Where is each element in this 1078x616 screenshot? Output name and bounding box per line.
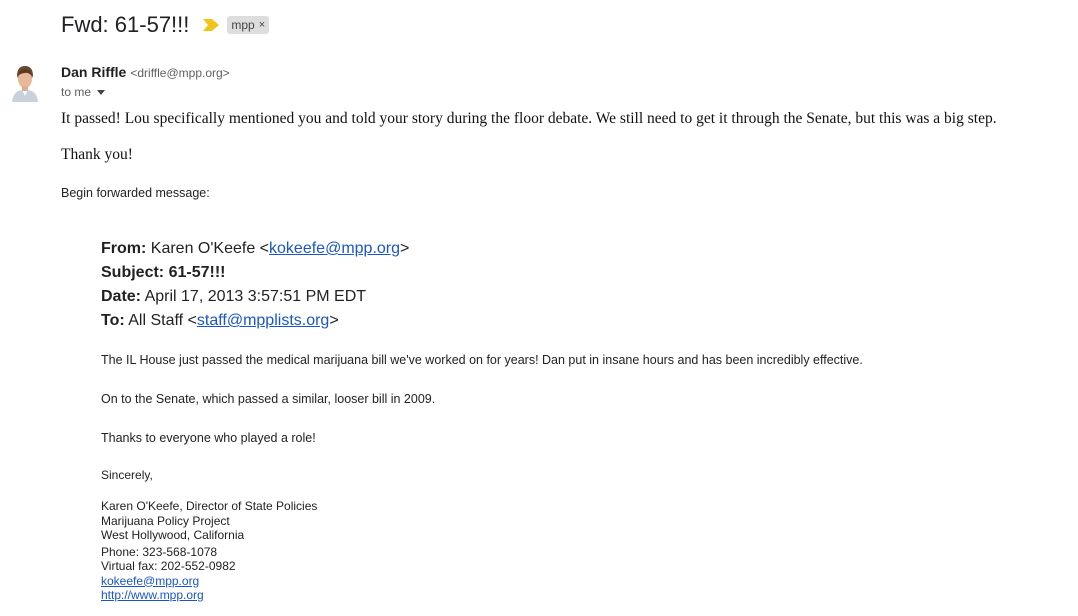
subject-label: Subject: <box>101 264 165 281</box>
signature-location: West Hollywood, California <box>101 528 245 542</box>
forwarded-paragraph: On to the Senate, which passed a similar… <box>101 392 436 406</box>
avatar[interactable] <box>11 62 39 102</box>
importance-marker-icon[interactable] <box>203 19 220 31</box>
forwarded-headers: From: Karen O'Keefe <kokeefe@mpp.org> Su… <box>101 237 1041 333</box>
recipient-label: to me <box>61 85 92 99</box>
forwarded-subject: Subject: 61-57!!! <box>101 261 1041 285</box>
from-label: From: <box>101 240 147 257</box>
date-label: Date: <box>101 288 142 305</box>
forwarded-to: To: All Staff <staff@mpplists.org> <box>101 309 1041 333</box>
signature-website-link[interactable]: http://www.mpp.org <box>101 588 204 602</box>
label-chip-mpp[interactable]: mpp × <box>227 16 270 34</box>
sender-row: Dan Riffle <driffle@mpp.org> <box>61 64 230 80</box>
body-paragraph: Thank you! <box>61 146 133 163</box>
from-name: Karen O'Keefe < <box>150 240 270 257</box>
body-paragraph: It passed! Lou specifically mentioned yo… <box>61 110 997 127</box>
to-close: > <box>329 312 339 329</box>
signature-fax: Virtual fax: 202-552-0982 <box>101 559 236 573</box>
sender-name: Dan Riffle <box>61 64 127 80</box>
from-email-link[interactable]: kokeefe@mpp.org <box>269 240 400 257</box>
subject-value: 61-57!!! <box>168 264 226 281</box>
remove-label-icon[interactable]: × <box>259 19 265 31</box>
signature-phone: Phone: 323-568-1078 <box>101 544 218 559</box>
to-label: To: <box>101 312 125 329</box>
forwarded-date: Date: April 17, 2013 3:57:51 PM EDT <box>101 285 1041 309</box>
recipient-details-toggle[interactable]: to me <box>61 85 106 99</box>
email-subject: Fwd: 61-57!!! <box>61 12 190 37</box>
signature-org: Marijuana Policy Project <box>101 513 230 528</box>
label-chip-text: mpp <box>231 18 255 32</box>
date-value: April 17, 2013 3:57:51 PM EDT <box>144 288 367 305</box>
from-close: > <box>400 240 410 257</box>
forwarded-intro: Begin forwarded message: <box>61 186 210 200</box>
to-name: All Staff < <box>128 312 197 329</box>
signature-name: Karen O'Keefe, Director of State Policie… <box>101 499 318 513</box>
to-email-link[interactable]: staff@mpplists.org <box>197 312 329 329</box>
forwarded-from: From: Karen O'Keefe <kokeefe@mpp.org> <box>101 237 1041 261</box>
signature-email-link[interactable]: kokeefe@mpp.org <box>101 574 199 588</box>
signature: Karen O'Keefe, Director of State Policie… <box>101 499 317 603</box>
sender-email: <driffle@mpp.org> <box>130 66 230 80</box>
forwarded-paragraph: Thanks to everyone who played a role! <box>101 431 316 445</box>
chevron-down-icon[interactable] <box>97 89 106 95</box>
subject-row: Fwd: 61-57!!! mpp × <box>61 12 270 38</box>
forwarded-paragraph: The IL House just passed the medical mar… <box>101 353 863 367</box>
closing: Sincerely, <box>101 468 153 482</box>
